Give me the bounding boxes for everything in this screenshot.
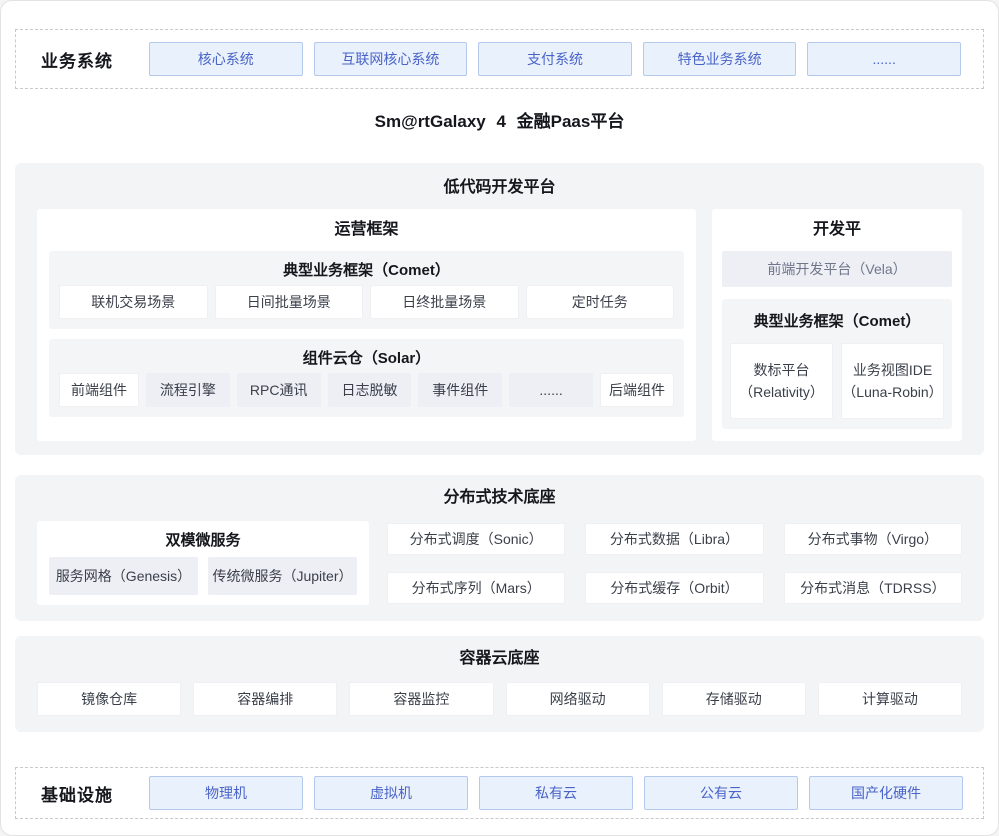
operation-framework-card: 运营框架 典型业务框架（Comet） 联机交易场景 日间批量场景 日终批量场景 …	[37, 209, 696, 441]
scenario-button-daytime-batch[interactable]: 日间批量场景	[215, 285, 364, 319]
business-system-button-internet-core[interactable]: 互联网核心系统	[314, 42, 468, 76]
solar-panel-title: 组件云仓（Solar）	[59, 345, 674, 373]
platform-title: Sm@rtGalaxy 4 金融Paas平台	[1, 109, 998, 135]
infra-button-private-cloud[interactable]: 私有云	[479, 776, 633, 810]
business-system-button-payment[interactable]: 支付系统	[478, 42, 632, 76]
container-cloud-section: 容器云底座 镜像仓库 容器编排 容器监控 网络驱动 存储驱动 计算驱动	[15, 636, 984, 732]
dev-tool-label: 数标平台	[754, 359, 810, 381]
dual-mode-microservice-card: 双模微服务 服务网格（Genesis） 传统微服务（Jupiter）	[37, 521, 369, 605]
component-button-process-engine[interactable]: 流程引擎	[146, 373, 230, 407]
dev-tool-sublabel: （Luna-Robin）	[842, 381, 942, 403]
dev-tool-label: 业务视图IDE	[853, 359, 932, 381]
microservice-button-genesis[interactable]: 服务网格（Genesis）	[49, 557, 198, 595]
container-button-compute-driver[interactable]: 计算驱动	[818, 682, 962, 716]
dev-platform-card: 开发平 前端开发平台（Vela） 典型业务框架（Comet） 数标平台 （Rel…	[712, 209, 962, 441]
solar-component-cloud-panel: 组件云仓（Solar） 前端组件 流程引擎 RPC通讯 日志脱敏 事件组件 ..…	[49, 339, 684, 417]
infra-button-virtual-machine[interactable]: 虚拟机	[314, 776, 468, 810]
dual-mode-title: 双模微服务	[49, 525, 357, 557]
distributed-button-sonic[interactable]: 分布式调度（Sonic）	[387, 523, 565, 555]
infrastructure-panel: 基础设施 物理机 虚拟机 私有云 公有云 国产化硬件	[15, 767, 984, 819]
infra-button-physical-machine[interactable]: 物理机	[149, 776, 303, 810]
microservice-button-jupiter[interactable]: 传统微服务（Jupiter）	[208, 557, 357, 595]
comet-business-framework-panel: 典型业务框架（Comet） 联机交易场景 日间批量场景 日终批量场景 定时任务	[49, 251, 684, 329]
component-button-event[interactable]: 事件组件	[418, 373, 502, 407]
dev-platform-title: 开发平	[722, 209, 952, 251]
component-button-frontend[interactable]: 前端组件	[59, 373, 139, 407]
scenario-button-online-trade[interactable]: 联机交易场景	[59, 285, 208, 319]
business-system-button-special[interactable]: 特色业务系统	[643, 42, 797, 76]
component-button-ellipsis[interactable]: ......	[509, 373, 593, 407]
container-button-monitoring[interactable]: 容器监控	[349, 682, 493, 716]
distributed-button-mars[interactable]: 分布式序列（Mars）	[387, 572, 565, 604]
business-systems-panel: 业务系统 核心系统 互联网核心系统 支付系统 特色业务系统 ......	[15, 29, 984, 89]
distributed-button-orbit[interactable]: 分布式缓存（Orbit）	[585, 572, 763, 604]
dev-tool-sublabel: （Relativity）	[739, 381, 824, 403]
infrastructure-label: 基础设施	[16, 781, 138, 806]
distributed-button-tdrss[interactable]: 分布式消息（TDRSS）	[784, 572, 962, 604]
dev-comet-panel-title: 典型业务框架（Comet）	[730, 307, 944, 337]
component-button-backend[interactable]: 后端组件	[600, 373, 674, 407]
dev-tool-button-luna-robin[interactable]: 业务视图IDE （Luna-Robin）	[841, 343, 944, 419]
vela-frontend-dev-button[interactable]: 前端开发平台（Vela）	[722, 251, 952, 287]
comet-panel-title: 典型业务框架（Comet）	[59, 257, 674, 285]
business-system-button-ellipsis[interactable]: ......	[807, 42, 961, 76]
scenario-button-eod-batch[interactable]: 日终批量场景	[370, 285, 519, 319]
platform-architecture-page: 业务系统 核心系统 互联网核心系统 支付系统 特色业务系统 ...... Sm@…	[0, 0, 999, 836]
component-button-rpc[interactable]: RPC通讯	[237, 373, 321, 407]
dev-tool-button-relativity[interactable]: 数标平台 （Relativity）	[730, 343, 833, 419]
lowcode-platform-section: 低代码开发平台 运营框架 典型业务框架（Comet） 联机交易场景 日间批量场景…	[15, 163, 984, 455]
distributed-button-libra[interactable]: 分布式数据（Libra）	[585, 523, 763, 555]
business-systems-label: 业务系统	[16, 47, 138, 72]
distributed-button-virgo[interactable]: 分布式事物（Virgo）	[784, 523, 962, 555]
distributed-section-title: 分布式技术底座	[37, 485, 962, 511]
container-button-network-driver[interactable]: 网络驱动	[506, 682, 650, 716]
container-section-title: 容器云底座	[37, 646, 962, 672]
scenario-button-scheduled-task[interactable]: 定时任务	[526, 285, 675, 319]
container-button-storage-driver[interactable]: 存储驱动	[662, 682, 806, 716]
operation-framework-title: 运营框架	[49, 209, 684, 251]
container-button-orchestration[interactable]: 容器编排	[193, 682, 337, 716]
container-button-image-registry[interactable]: 镜像仓库	[37, 682, 181, 716]
distributed-tech-section: 分布式技术底座 双模微服务 服务网格（Genesis） 传统微服务（Jupite…	[15, 475, 984, 621]
infra-button-domestic-hardware[interactable]: 国产化硬件	[809, 776, 963, 810]
component-button-log-masking[interactable]: 日志脱敏	[328, 373, 412, 407]
dev-comet-framework-panel: 典型业务框架（Comet） 数标平台 （Relativity） 业务视图IDE …	[722, 299, 952, 429]
infra-button-public-cloud[interactable]: 公有云	[644, 776, 798, 810]
business-system-button-core[interactable]: 核心系统	[149, 42, 303, 76]
lowcode-section-title: 低代码开发平台	[37, 175, 962, 201]
